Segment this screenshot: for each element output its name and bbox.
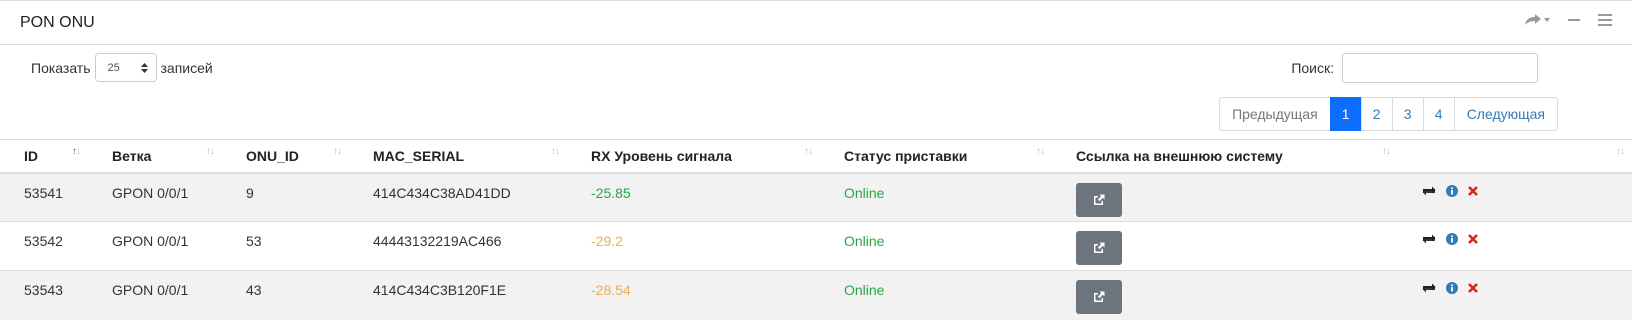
- column-header-rx[interactable]: RX Уровень сигнала ↑↓: [567, 139, 820, 174]
- sort-icon: ↑↓: [804, 146, 813, 157]
- cell-rx: -25.85: [567, 172, 820, 222]
- cell-external-link: [1052, 221, 1398, 271]
- column-label: Ссылка на внешнюю систему: [1076, 147, 1283, 164]
- info-icon[interactable]: [1446, 184, 1458, 197]
- sort-icon: ↑↓: [206, 146, 215, 157]
- cell-branch: GPON 0/0/1: [88, 221, 222, 271]
- external-link-button[interactable]: [1076, 231, 1122, 265]
- search-input[interactable]: [1342, 53, 1538, 83]
- sort-asc-icon: ↑↓: [72, 146, 81, 157]
- cell-onu-id: 43: [222, 270, 349, 320]
- column-label: Статус приставки: [844, 147, 968, 164]
- cell-onu-id: 9: [222, 172, 349, 222]
- cell-mac: 44443132219AC466: [349, 221, 567, 271]
- cell-actions: [1398, 172, 1632, 222]
- table-row: 53543 GPON 0/0/1 43 414C434C3B120F1E -28…: [0, 270, 1632, 320]
- external-link-button[interactable]: [1076, 280, 1122, 314]
- cell-actions: [1398, 270, 1632, 320]
- page-length-select[interactable]: 25: [94, 53, 157, 82]
- page-length-value: 25: [107, 61, 120, 74]
- table-row: 53542 GPON 0/0/1 53 44443132219AC466 -29…: [0, 221, 1632, 271]
- panel-header: PON ONU: [0, 1, 1632, 45]
- cell-mac: 414C434C3B120F1E: [349, 270, 567, 320]
- column-label: Ветка: [112, 147, 152, 164]
- column-label: ID: [24, 147, 38, 164]
- share-icon[interactable]: [1524, 13, 1550, 27]
- column-label: MAC_SERIAL: [373, 147, 465, 164]
- cell-external-link: [1052, 270, 1398, 320]
- column-header-external-link[interactable]: Ссылка на внешнюю систему ↑↓: [1052, 139, 1398, 174]
- cell-id: 53543: [0, 270, 88, 320]
- column-header-branch[interactable]: Ветка ↑↓: [88, 139, 222, 174]
- length-prefix: Показать: [31, 59, 91, 76]
- sort-icon: ↑↓: [1382, 146, 1391, 157]
- cell-status: Online: [820, 172, 1052, 222]
- sort-caret-icon: [140, 62, 148, 73]
- length-menu: Показать 25 записей: [31, 53, 213, 82]
- sort-icon: ↑↓: [551, 146, 560, 157]
- pagination: Предыдущая 1 2 3 4 Следующая: [1219, 97, 1558, 131]
- table-row: 53541 GPON 0/0/1 9 414C434C38AD41DD -25.…: [0, 172, 1632, 222]
- external-link-icon: [1094, 194, 1105, 205]
- column-label: ONU_ID: [246, 147, 299, 164]
- sort-icon: ↑↓: [1616, 146, 1625, 157]
- pagination-page-4[interactable]: 4: [1422, 97, 1455, 131]
- table-controls: Показать 25 записей Поиск: Предыдущая 1 …: [0, 53, 1632, 143]
- pagination-page-2[interactable]: 2: [1360, 97, 1393, 131]
- column-header-status[interactable]: Статус приставки ↑↓: [820, 139, 1052, 174]
- delete-icon[interactable]: [1468, 185, 1478, 196]
- pon-onu-panel: PON ONU Показать 25 записей Поиск: Преды…: [0, 0, 1632, 321]
- cell-branch: GPON 0/0/1: [88, 172, 222, 222]
- table-header-row: ID ↑↓ Ветка ↑↓ ONU_ID ↑↓ MAC_SERIAL ↑↓ RX Ур…: [0, 139, 1632, 174]
- pagination-next[interactable]: Следующая: [1453, 97, 1558, 131]
- pagination-prev[interactable]: Предыдущая: [1219, 97, 1331, 131]
- cell-mac: 414C434C38AD41DD: [349, 172, 567, 222]
- sort-icon: ↑↓: [333, 146, 342, 157]
- external-link-icon: [1094, 291, 1105, 302]
- header-tools: [1524, 13, 1612, 27]
- cell-id: 53541: [0, 172, 88, 222]
- cell-rx: -29.2: [567, 221, 820, 271]
- column-header-actions[interactable]: ↑↓: [1398, 139, 1632, 174]
- onu-table: ID ↑↓ Ветка ↑↓ ONU_ID ↑↓ MAC_SERIAL ↑↓ RX Ур…: [0, 139, 1632, 320]
- minimize-icon[interactable]: [1568, 14, 1580, 26]
- cell-rx: -28.54: [567, 270, 820, 320]
- refresh-icon[interactable]: [1422, 233, 1436, 245]
- info-icon[interactable]: [1446, 233, 1458, 245]
- external-link-button[interactable]: [1076, 182, 1122, 217]
- pagination-page-1[interactable]: 1: [1329, 97, 1362, 131]
- cell-status: Online: [820, 270, 1052, 320]
- cell-external-link: [1052, 172, 1398, 222]
- cell-actions: [1398, 221, 1632, 271]
- column-label: RX Уровень сигнала: [591, 147, 732, 164]
- length-suffix: записей: [160, 59, 213, 76]
- sort-icon: ↑↓: [1036, 146, 1045, 157]
- column-header-onu-id[interactable]: ONU_ID ↑↓: [222, 139, 349, 174]
- menu-icon[interactable]: [1598, 14, 1612, 26]
- info-icon[interactable]: [1446, 282, 1458, 294]
- cell-id: 53542: [0, 221, 88, 271]
- column-header-mac-serial[interactable]: MAC_SERIAL ↑↓: [349, 139, 567, 174]
- refresh-icon[interactable]: [1422, 185, 1436, 197]
- search-label: Поиск:: [1291, 60, 1334, 76]
- panel-title: PON ONU: [20, 13, 95, 31]
- delete-icon[interactable]: [1468, 283, 1478, 293]
- cell-branch: GPON 0/0/1: [88, 270, 222, 320]
- search-box: Поиск:: [1291, 53, 1538, 83]
- column-header-id[interactable]: ID ↑↓: [0, 139, 88, 174]
- delete-icon[interactable]: [1468, 234, 1478, 244]
- cell-status: Online: [820, 221, 1052, 271]
- pagination-page-3[interactable]: 3: [1391, 97, 1424, 131]
- external-link-icon: [1094, 242, 1105, 253]
- cell-onu-id: 53: [222, 221, 349, 271]
- refresh-icon[interactable]: [1422, 282, 1436, 294]
